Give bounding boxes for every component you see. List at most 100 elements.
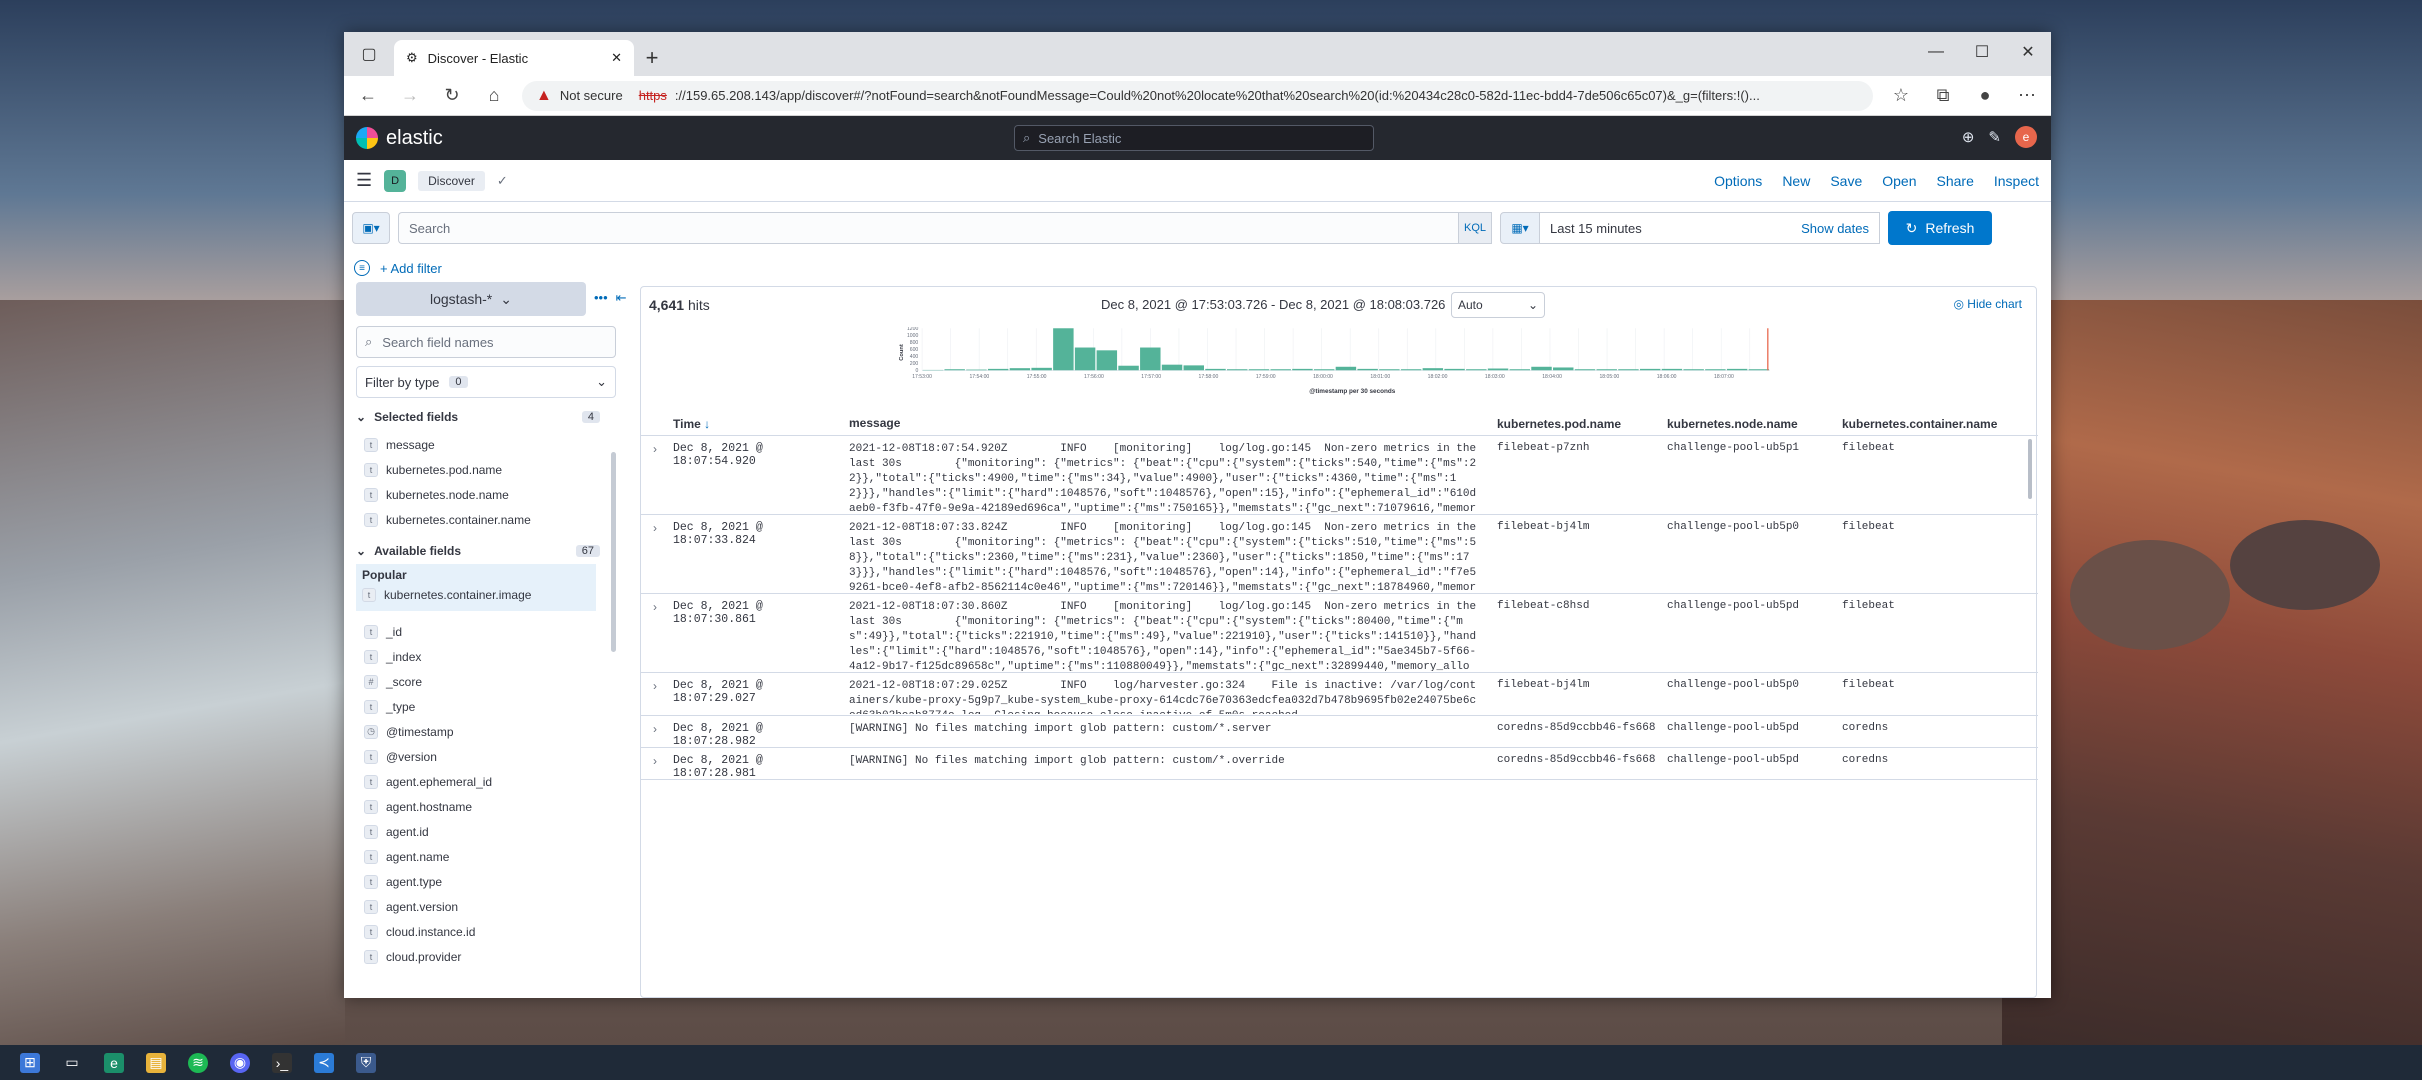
- avatar[interactable]: e: [2015, 126, 2037, 148]
- breadcrumb-discover[interactable]: Discover: [418, 170, 485, 191]
- interval-select[interactable]: Auto ⌄: [1451, 292, 1545, 318]
- task-view-icon[interactable]: ▭: [62, 1053, 82, 1073]
- favorites-icon[interactable]: ☆: [1887, 82, 1915, 110]
- back-icon[interactable]: ←: [354, 82, 382, 110]
- field-item[interactable]: # _score: [356, 669, 606, 694]
- available-fields-header[interactable]: ⌄ Available fields 67: [356, 544, 600, 558]
- histogram-bar[interactable]: [1096, 350, 1118, 371]
- profile-icon[interactable]: ●: [1971, 82, 1999, 110]
- histogram-bar[interactable]: [1183, 365, 1204, 371]
- more-icon[interactable]: ⋯: [2013, 82, 2041, 110]
- topnav-open[interactable]: Open: [1882, 173, 1916, 189]
- field-item[interactable]: t kubernetes.container.image: [362, 582, 590, 607]
- show-dates-link[interactable]: Show dates: [1801, 221, 1869, 236]
- hide-chart-button[interactable]: ◎ Hide chart: [1953, 297, 2022, 311]
- histogram-bar[interactable]: [1531, 366, 1552, 371]
- histogram-bar[interactable]: [1292, 368, 1313, 371]
- field-item[interactable]: t agent.hostname: [356, 794, 606, 819]
- topnav-share[interactable]: Share: [1937, 173, 1974, 189]
- filter-by-type-button[interactable]: Filter by type 0 ⌄: [356, 366, 616, 398]
- field-item[interactable]: t @version: [356, 744, 606, 769]
- histogram-bar[interactable]: [1357, 368, 1378, 371]
- histogram-bar[interactable]: [1400, 369, 1422, 371]
- histogram-bar[interactable]: [1444, 368, 1465, 371]
- field-item[interactable]: t _id: [356, 619, 606, 644]
- vscode-icon[interactable]: ≺: [314, 1052, 334, 1073]
- field-item[interactable]: t message: [356, 432, 606, 457]
- menu-icon[interactable]: ☰: [356, 170, 372, 191]
- minimize-icon[interactable]: —: [1913, 32, 1959, 72]
- file-explorer-icon[interactable]: ▤: [146, 1052, 166, 1073]
- close-tab-icon[interactable]: ✕: [611, 50, 622, 66]
- expand-row-icon[interactable]: ›: [641, 722, 669, 747]
- kql-toggle[interactable]: KQL: [1458, 212, 1492, 244]
- index-pattern-selector[interactable]: logstash-* ⌄: [356, 282, 586, 316]
- histogram-bar[interactable]: [944, 369, 965, 371]
- field-item[interactable]: t cloud.provider: [356, 944, 606, 969]
- field-search-input[interactable]: ⌕ Search field names: [356, 326, 616, 358]
- field-item[interactable]: t kubernetes.pod.name: [356, 457, 606, 482]
- field-item[interactable]: t kubernetes.node.name: [356, 482, 606, 507]
- close-window-icon[interactable]: ✕: [2005, 32, 2051, 72]
- start-icon[interactable]: ⊞: [20, 1052, 40, 1073]
- histogram-bar[interactable]: [1596, 369, 1617, 371]
- space-badge[interactable]: D: [384, 169, 407, 192]
- histogram-bar[interactable]: [1379, 369, 1400, 371]
- histogram-bar[interactable]: [1270, 369, 1291, 371]
- sidebar-scrollbar[interactable]: [611, 452, 616, 652]
- field-item[interactable]: t agent.version: [356, 894, 606, 919]
- histogram-bar[interactable]: [1031, 367, 1052, 371]
- histogram-bar[interactable]: [1661, 368, 1683, 371]
- browser-tab[interactable]: ⚙ Discover - Elastic ✕: [394, 40, 634, 76]
- histogram-bar[interactable]: [1248, 369, 1270, 371]
- spotify-icon[interactable]: ≋: [188, 1052, 208, 1073]
- sort-down-icon[interactable]: ↓: [704, 417, 710, 431]
- histogram-bar[interactable]: [1748, 369, 1770, 371]
- edge-icon[interactable]: e: [104, 1052, 124, 1073]
- histogram-bar[interactable]: [1705, 369, 1726, 371]
- topnav-new[interactable]: New: [1782, 173, 1810, 189]
- home-icon[interactable]: ⌂: [480, 82, 508, 110]
- add-filter-button[interactable]: + Add filter: [380, 261, 442, 276]
- histogram-bar[interactable]: [987, 368, 1009, 371]
- selected-fields-header[interactable]: ⌄ Selected fields 4: [356, 410, 600, 424]
- help-icon[interactable]: ⊕: [1962, 128, 1975, 146]
- column-header-pod[interactable]: kubernetes.pod.name: [1489, 417, 1659, 431]
- histogram-bar[interactable]: [1639, 368, 1661, 371]
- histogram-bar[interactable]: [1118, 365, 1139, 371]
- field-item[interactable]: t agent.type: [356, 869, 606, 894]
- extensions-icon[interactable]: ⧉: [1929, 82, 1957, 110]
- filter-menu-icon[interactable]: ≡: [354, 260, 370, 276]
- news-icon[interactable]: ✎: [1988, 128, 2001, 146]
- histogram-bar[interactable]: [1009, 368, 1031, 371]
- table-scrollbar[interactable]: [2028, 439, 2032, 499]
- forward-icon[interactable]: →: [396, 82, 424, 110]
- topnav-options[interactable]: Options: [1714, 173, 1762, 189]
- url-field[interactable]: ▲ Not secure https://159.65.208.143/app/…: [522, 80, 1873, 111]
- reload-icon[interactable]: ↻: [438, 82, 466, 110]
- field-item[interactable]: t agent.id: [356, 819, 606, 844]
- field-item[interactable]: ◷ @timestamp: [356, 719, 606, 744]
- expand-row-icon[interactable]: ›: [641, 600, 669, 672]
- calendar-icon[interactable]: ▦▾: [1500, 212, 1540, 244]
- column-header-node[interactable]: kubernetes.node.name: [1659, 417, 1834, 431]
- security-app-icon[interactable]: ⛨: [356, 1052, 376, 1073]
- maximize-icon[interactable]: ☐: [1959, 32, 2005, 72]
- date-range-picker[interactable]: Last 15 minutes Show dates: [1540, 212, 1880, 244]
- histogram-bar[interactable]: [966, 369, 987, 371]
- histogram-bar[interactable]: [1161, 364, 1183, 371]
- histogram-bar[interactable]: [1553, 367, 1574, 371]
- global-search-input[interactable]: ⌕ Search Elastic: [1014, 125, 1374, 151]
- histogram-bar[interactable]: [1487, 368, 1509, 371]
- collapse-sidebar-icon[interactable]: ⇤: [616, 290, 627, 306]
- expand-row-icon[interactable]: ›: [641, 442, 669, 514]
- expand-row-icon[interactable]: ›: [641, 521, 669, 593]
- query-input[interactable]: Search: [398, 212, 1458, 244]
- histogram-bar[interactable]: [1618, 369, 1639, 371]
- histogram-bar[interactable]: [1140, 347, 1161, 371]
- field-item[interactable]: t cloud.instance.id: [356, 919, 606, 944]
- elastic-logo[interactable]: elastic: [356, 127, 443, 150]
- expand-row-icon[interactable]: ›: [641, 754, 669, 779]
- terminal-icon[interactable]: ›_: [272, 1052, 292, 1073]
- histogram-bar[interactable]: [1335, 366, 1357, 371]
